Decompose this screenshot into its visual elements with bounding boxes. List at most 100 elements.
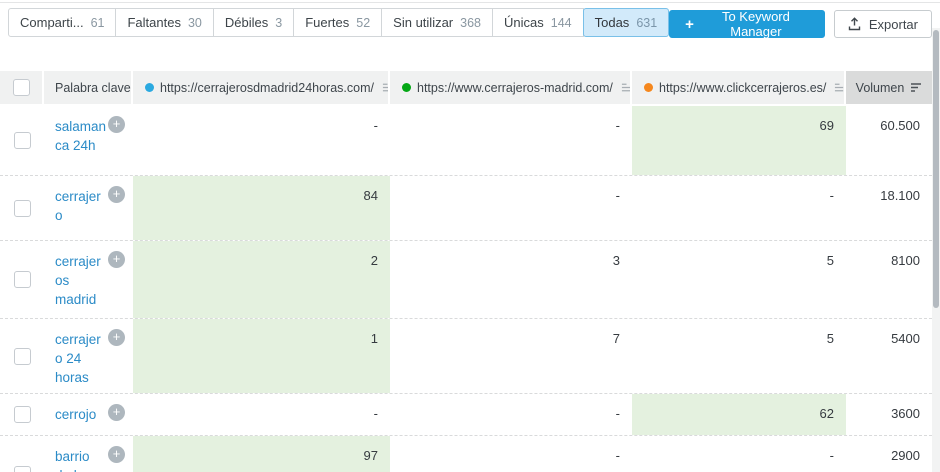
filter-tab-count: 52 [356,15,371,30]
add-keyword-icon[interactable]: + [108,186,125,203]
to-keyword-manager-button[interactable]: + To Keyword Manager [669,9,825,39]
filter-tab[interactable]: Faltantes 30 [115,8,214,37]
sort-icon[interactable] [382,82,390,93]
column-header-competitor[interactable]: https://cerrajerosdmadrid24horas.com/ [133,71,390,104]
row-checkbox[interactable] [13,132,31,149]
row-checkbox-cell [0,319,44,393]
column-header-keyword[interactable]: Palabra clave [44,71,133,104]
keyword-link[interactable]: barrio de la [55,447,107,472]
add-keyword-icon[interactable]: + [108,251,125,268]
column-header-competitor[interactable]: https://www.clickcerrajeros.es/ [632,71,846,104]
table-row: cerrajeros madrid + 2 3 5 8100 [0,241,932,319]
competitor-url: https://cerrajerosdmadrid24horas.com/ [160,80,374,95]
keyword-cell: cerrojo + [44,394,133,435]
table-row: barrio de la + 97 - - 2900 [0,436,932,472]
filter-tab[interactable]: Únicas 144 [492,8,584,37]
keyword-cell: salamanca 24h + [44,106,133,175]
rank-cell: 84 [133,176,390,240]
sort-icon[interactable] [621,82,632,93]
filter-tab-count: 631 [636,15,658,30]
rank-cell: - [829,448,834,463]
add-keyword-icon[interactable]: + [108,116,125,133]
competitor-dot-icon [402,83,411,92]
volume-cell: 60.500 [880,118,920,133]
filter-tab-label: Comparti... [20,15,84,30]
filter-tab-label: Débiles [224,15,269,30]
rank-cell: 7 [612,331,620,346]
sort-icon[interactable] [834,82,845,93]
export-button[interactable]: Exportar [833,10,932,38]
keyword-column-label: Palabra clave [55,80,131,95]
competitor-url: https://www.cerrajeros-madrid.com/ [417,80,613,95]
filter-tabs: Comparti... 61 Faltantes 30 Débiles 3 Fu… [8,8,670,37]
row-checkbox-cell [0,436,44,472]
competitor-url: https://www.clickcerrajeros.es/ [659,80,827,95]
keyword-link[interactable]: cerrajero 24 horas [55,330,107,387]
row-checkbox[interactable] [13,347,31,365]
row-checkbox[interactable] [13,199,31,217]
vertical-scrollbar[interactable] [932,28,940,472]
keyword-cell: barrio de la + [44,436,133,472]
volume-cell: 3600 [891,406,920,421]
keyword-link[interactable]: cerrajero [55,187,107,225]
keyword-link[interactable]: cerrojo [55,405,107,424]
keyword-cell: cerrajeros madrid + [44,241,133,318]
scrollbar-thumb[interactable] [933,30,939,308]
add-keyword-icon[interactable]: + [108,446,125,463]
filter-tab-count: 30 [187,15,202,30]
keyword-link[interactable]: salamanca 24h [55,117,107,155]
column-header-volume[interactable]: Volumen [846,71,932,104]
sort-icon[interactable] [910,82,922,93]
select-all-checkbox[interactable] [12,79,30,96]
competitor-dot-icon [644,83,653,92]
rank-cell: 3 [612,253,620,268]
filter-tab-count: 3 [275,15,283,30]
rank-cell: - [615,188,620,203]
filter-tab-count: 368 [460,15,481,30]
rank-cell: 69 [632,106,846,175]
filter-tab[interactable]: Débiles 3 [212,8,295,37]
volume-cell: 18.100 [880,188,920,203]
filter-tab-label: Únicas [504,15,544,30]
toolbar-actions: + To Keyword Manager Exportar [669,8,932,39]
volume-column-label: Volumen [855,80,905,95]
filter-tab[interactable]: Comparti... 61 [8,8,117,37]
rank-cell: 5 [826,253,834,268]
filter-tab-count: 61 [90,15,105,30]
table-body: salamanca 24h + - - 69 60.500 cerrajero … [0,106,940,472]
keyword-gap-view: Comparti... 61 Faltantes 30 Débiles 3 Fu… [0,0,940,472]
volume-cell: 5400 [891,331,920,346]
row-checkbox[interactable] [13,466,31,472]
row-checkbox[interactable] [13,406,31,423]
table-row: cerrajero 24 horas + 1 7 5 5400 [0,319,932,394]
filter-tab-label: Faltantes [127,15,181,30]
filter-tab[interactable]: Sin utilizar 368 [381,8,493,37]
add-keyword-icon[interactable]: + [108,329,125,346]
filter-tab-count: 144 [550,15,572,30]
export-icon [848,17,861,31]
rank-cell: 62 [632,394,846,435]
row-checkbox[interactable] [13,271,31,288]
competitor-dot-icon [145,83,154,92]
filter-tab[interactable]: Fuertes 52 [293,8,383,37]
rank-cell: - [615,406,620,421]
row-checkbox-cell [0,241,44,318]
keyword-cell: cerrajero 24 horas + [44,319,133,393]
table-row: cerrojo + - - 62 3600 [0,394,932,436]
filter-tab[interactable]: Todas 631 [582,8,670,37]
filter-tab-label: Todas [594,15,630,30]
column-header-competitor[interactable]: https://www.cerrajeros-madrid.com/ [390,71,632,104]
rank-cell: - [373,118,378,133]
rank-cell: - [373,406,378,421]
filter-tab-label: Sin utilizar [393,15,454,30]
add-keyword-icon[interactable]: + [108,404,125,421]
rank-cell: 2 [133,241,390,318]
row-checkbox-cell [0,176,44,240]
row-checkbox-cell [0,106,44,175]
row-checkbox-cell [0,394,44,435]
rank-cell: - [615,118,620,133]
keyword-link[interactable]: cerrajeros madrid [55,252,107,309]
rank-cell: 5 [826,331,834,346]
top-divider [0,2,940,3]
filter-tab-label: Fuertes [305,15,350,30]
